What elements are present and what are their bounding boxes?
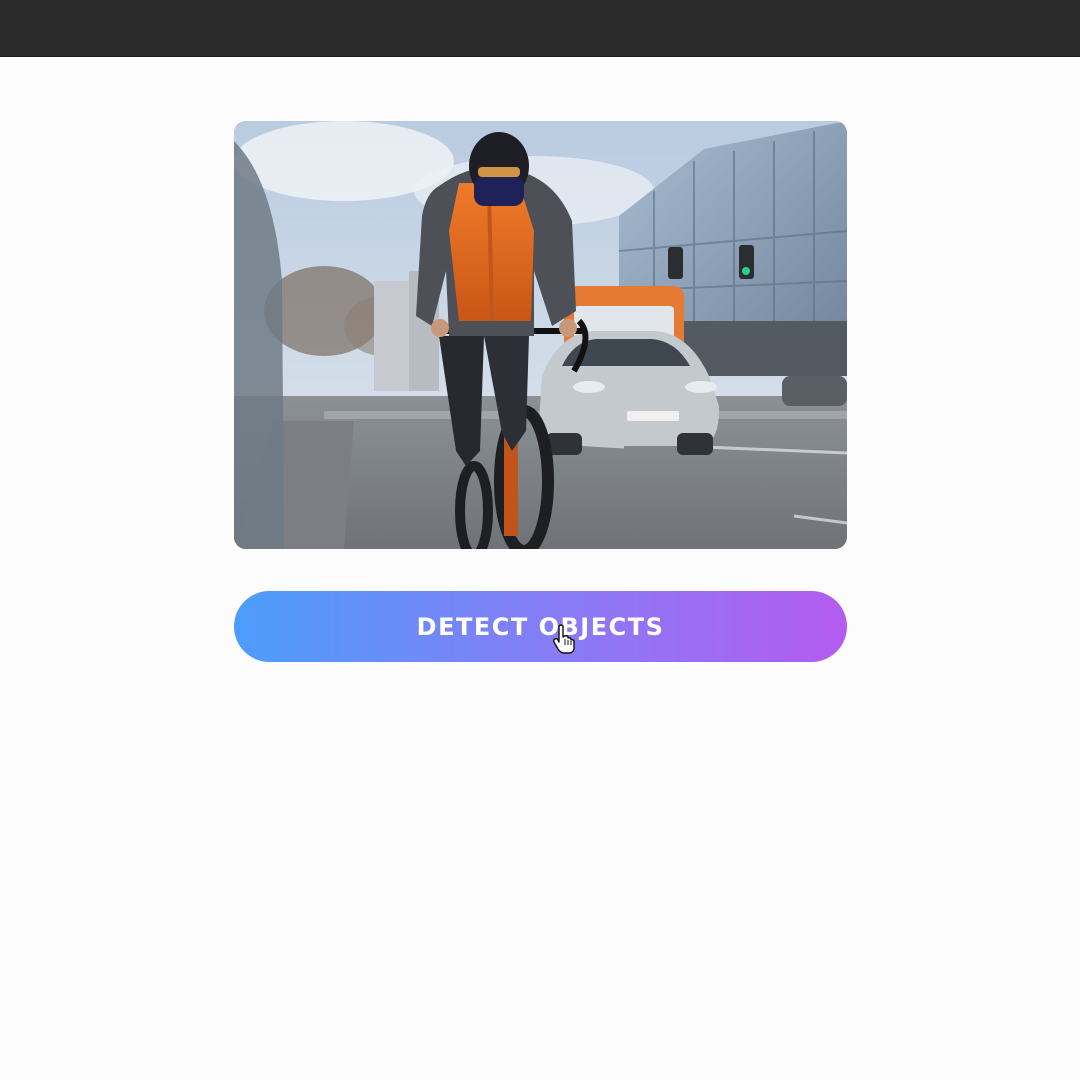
street-cyclist-image: [234, 121, 847, 549]
detect-objects-button[interactable]: DETECT OBJECTS: [234, 591, 847, 662]
browser-top-bar: [0, 0, 1080, 57]
